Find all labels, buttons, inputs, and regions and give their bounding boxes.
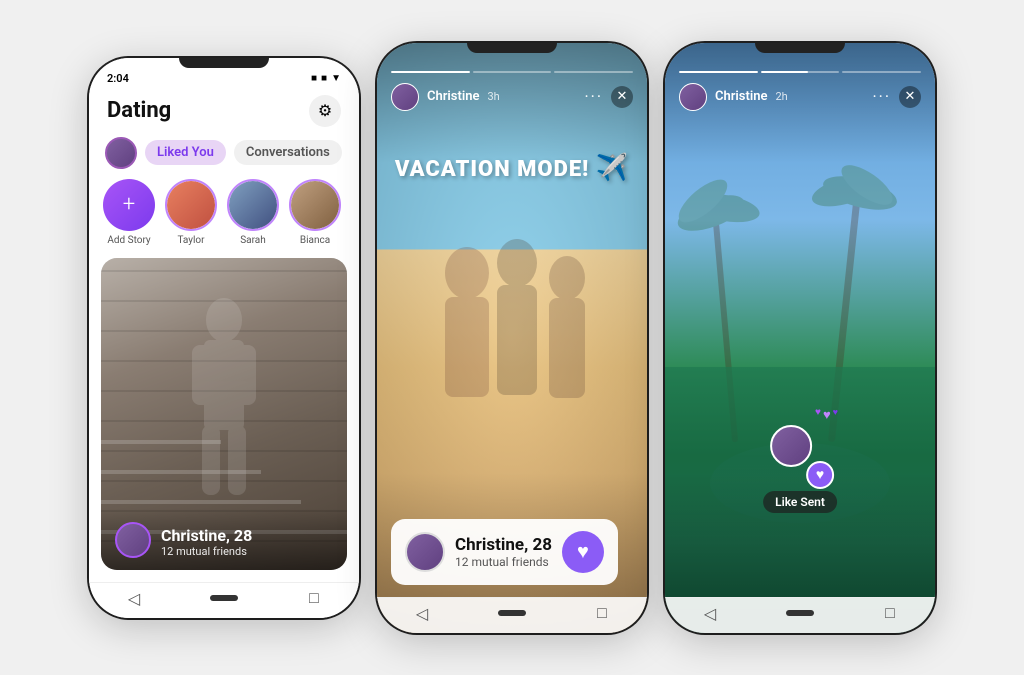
status-time: 2:04	[107, 72, 129, 85]
profile-overlay: Christine, 28 12 mutual friends	[101, 508, 347, 570]
vacation-text: VACATION MODE! ✈️	[377, 153, 647, 183]
nav-bar: ◁ □	[89, 582, 359, 618]
home-button-2[interactable]	[498, 610, 526, 616]
story-card-mutual-2: 12 mutual friends	[455, 555, 552, 569]
like-sent-icon-group: ♥ ♥ ♥ ♥	[770, 425, 830, 485]
phone-3: Christine 2h ··· ✕ ♥ ♥ ♥ ♥ Like Sent ◁	[665, 43, 935, 633]
home-button[interactable]	[210, 595, 238, 601]
progress-bar-1	[391, 71, 470, 73]
like-sent-overlay: ♥ ♥ ♥ ♥ Like Sent	[763, 425, 837, 513]
tab-row: Liked You Conversations	[89, 137, 359, 179]
recents-button-3[interactable]: □	[876, 599, 904, 627]
story-screen-3: Christine 2h ··· ✕ ♥ ♥ ♥ ♥ Like Sent ◁	[665, 43, 935, 633]
story-add[interactable]: + Add Story	[103, 179, 155, 246]
status-icons: ■ ■ ▼	[311, 73, 341, 84]
profile-info: Christine, 28 12 mutual friends	[161, 526, 252, 558]
heart-3: ♥	[833, 407, 838, 423]
story-user-row-2: Christine 3h ··· ✕	[391, 83, 633, 111]
like-sent-label: Like Sent	[763, 491, 837, 513]
profile-mutual: 12 mutual friends	[161, 545, 252, 558]
story-item-taylor[interactable]: Taylor	[165, 179, 217, 246]
story-card-avatar-2	[405, 532, 445, 572]
story-user-avatar-2	[391, 83, 419, 111]
signal-icon: ■	[311, 73, 317, 84]
page-title: Dating	[107, 98, 171, 123]
progress-bar-2	[473, 71, 552, 73]
nav-bar-2: ◁ □	[377, 597, 647, 633]
profile-name: Christine, 28	[161, 526, 252, 545]
floating-hearts: ♥ ♥ ♥	[815, 407, 838, 423]
story-card-bg-2: Christine, 28 12 mutual friends ♥	[391, 519, 618, 585]
wifi-icon: ■	[321, 73, 327, 84]
tab-conversations[interactable]: Conversations	[234, 140, 342, 165]
story-card-name-2: Christine, 28	[455, 535, 552, 555]
more-options-button-2[interactable]: ···	[584, 87, 603, 106]
story-card-bottom-2: Christine, 28 12 mutual friends ♥	[391, 519, 633, 585]
tab-liked-you[interactable]: Liked You	[145, 140, 226, 165]
story-username-3: Christine	[715, 89, 768, 104]
progress-bar-3-3	[842, 71, 921, 73]
progress-bar-3-1	[679, 71, 758, 73]
progress-bars-2	[391, 71, 633, 73]
close-button-2[interactable]: ✕	[611, 86, 633, 108]
user-avatar[interactable]	[105, 137, 137, 169]
battery-icon: ▼	[331, 73, 341, 84]
heart-1: ♥	[815, 407, 821, 423]
add-story-button[interactable]: +	[103, 179, 155, 231]
progress-bars-3	[679, 71, 921, 73]
story-label-bianca: Bianca	[300, 235, 330, 246]
story-screen-2: Christine 3h ··· ✕ VACATION MODE! ✈️ Chr…	[377, 43, 647, 633]
home-button-3[interactable]	[786, 610, 814, 616]
progress-bar-3-2	[761, 71, 840, 73]
story-time-2: 3h	[488, 90, 500, 103]
phone-2: Christine 3h ··· ✕ VACATION MODE! ✈️ Chr…	[377, 43, 647, 633]
story-time-3: 2h	[776, 90, 788, 103]
profile-thumbnail	[115, 522, 151, 558]
story-username-2: Christine	[427, 89, 480, 104]
recents-button-2[interactable]: □	[588, 599, 616, 627]
phone-1: 2:04 ■ ■ ▼ Dating ⚙ Liked You Conversati…	[89, 58, 359, 618]
story-header-actions-3: ··· ✕	[872, 86, 921, 108]
like-sent-avatar	[770, 425, 812, 467]
back-button[interactable]: ◁	[120, 584, 148, 612]
story-user-avatar-3	[679, 83, 707, 111]
status-bar: 2:04 ■ ■ ▼	[89, 72, 359, 91]
story-header-actions-2: ··· ✕	[584, 86, 633, 108]
close-button-3[interactable]: ✕	[899, 86, 921, 108]
add-story-label: Add Story	[107, 235, 150, 246]
story-label-taylor: Taylor	[177, 235, 204, 246]
story-item-bianca[interactable]: Bianca	[289, 179, 341, 246]
like-button-2[interactable]: ♥	[562, 531, 604, 573]
like-sent-heart-icon: ♥	[806, 461, 834, 489]
story-user-row-3: Christine 2h ··· ✕	[679, 83, 921, 111]
dating-header: Dating ⚙	[89, 91, 359, 137]
airplane-emoji: ✈️	[596, 153, 629, 183]
nav-bar-3: ◁ □	[665, 597, 935, 633]
recents-button[interactable]: □	[300, 584, 328, 612]
story-item-sarah[interactable]: Sarah	[227, 179, 279, 246]
stories-row: + Add Story Taylor Sarah Bianca	[89, 179, 359, 258]
back-button-3[interactable]: ◁	[696, 599, 724, 627]
story-avatar-sarah	[227, 179, 279, 231]
more-options-button-3[interactable]: ···	[872, 87, 891, 106]
story-label-sarah: Sarah	[240, 235, 266, 246]
story-avatar-taylor	[165, 179, 217, 231]
story-card-info-2: Christine, 28 12 mutual friends	[455, 535, 552, 569]
heart-2: ♥	[823, 407, 831, 423]
back-button-2[interactable]: ◁	[408, 599, 436, 627]
settings-button[interactable]: ⚙	[309, 95, 341, 127]
story-avatar-bianca	[289, 179, 341, 231]
profile-card[interactable]: Christine, 28 12 mutual friends	[101, 258, 347, 570]
progress-bar-3	[554, 71, 633, 73]
